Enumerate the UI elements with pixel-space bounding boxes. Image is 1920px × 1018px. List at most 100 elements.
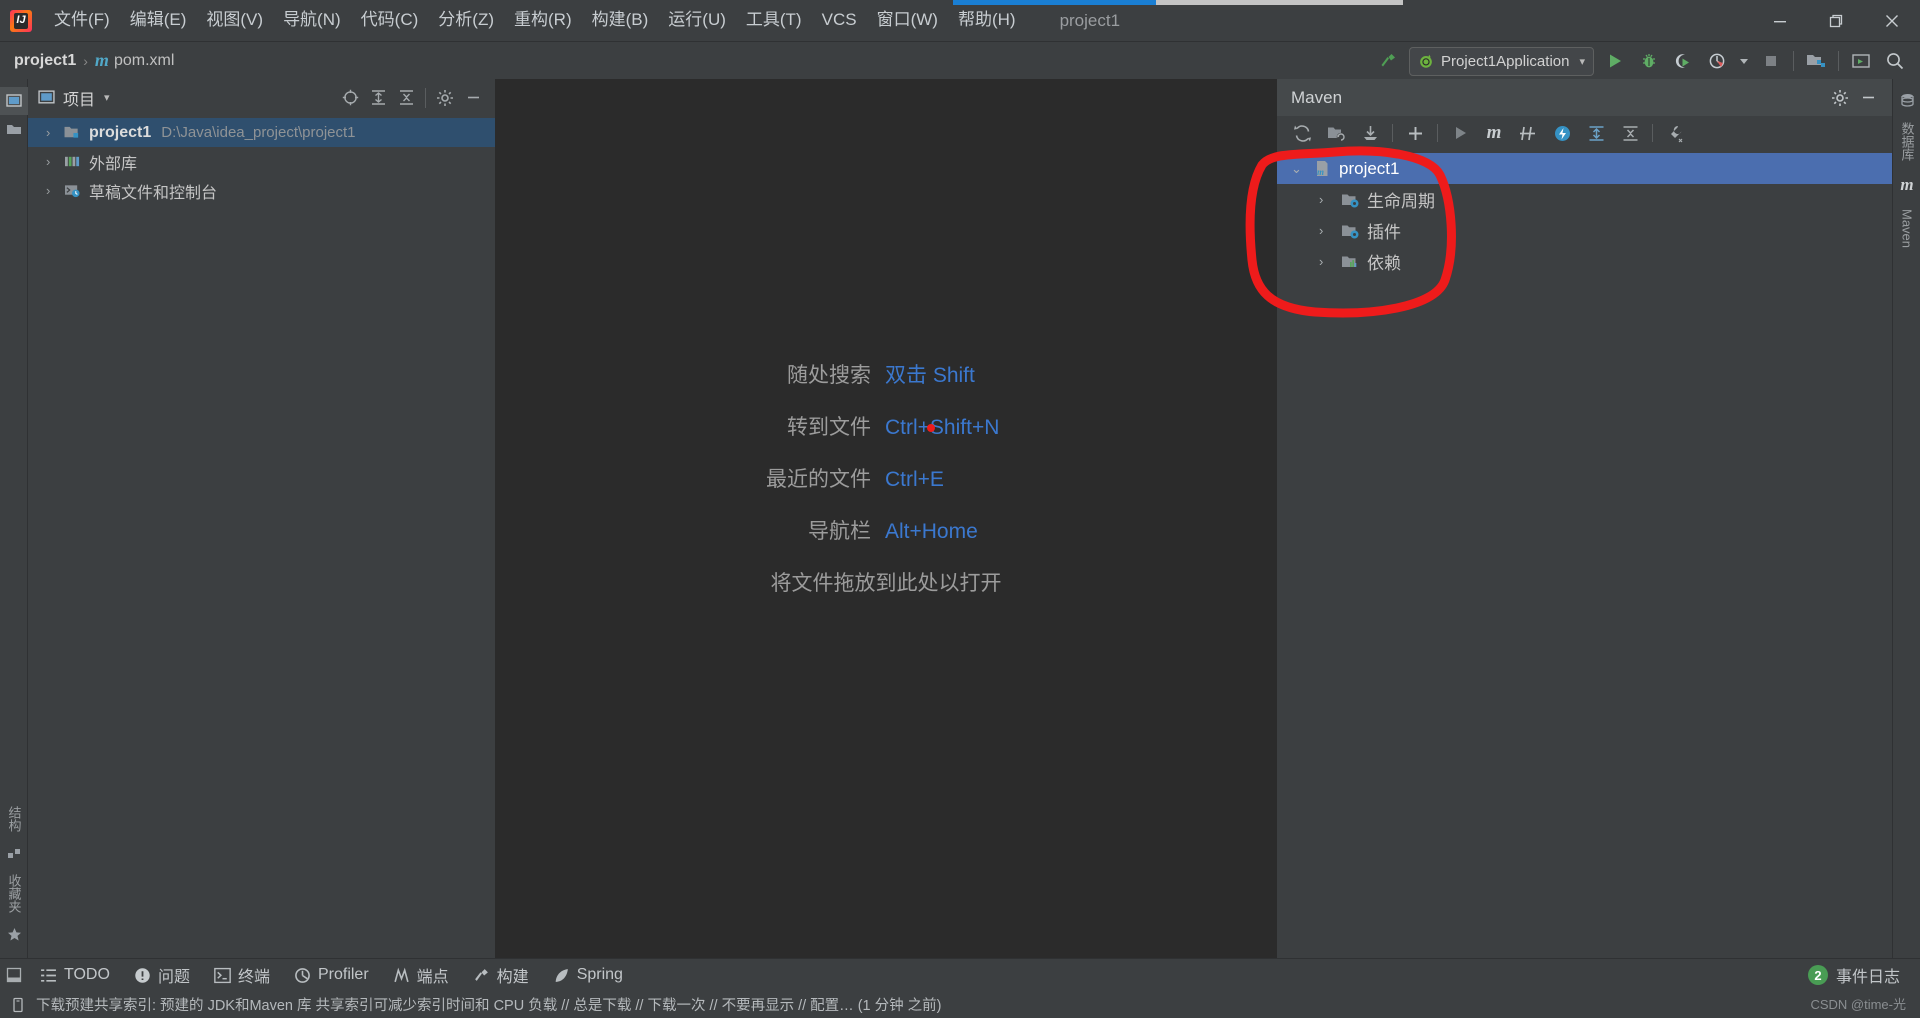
ide-window: IJ 文件(F) 编辑(E) 视图(V) 导航(N) 代码(C) 分析(Z) 重… <box>0 0 1920 1018</box>
editor-area[interactable]: 随处搜索 双击 Shift 转到文件 Ctrl+Shift+N 最近的文件 Ct… <box>495 79 1277 958</box>
menu-view[interactable]: 视图(V) <box>196 7 273 33</box>
collapse-all-icon[interactable] <box>1613 119 1647 147</box>
tool-problems[interactable]: 问题 <box>122 960 202 990</box>
expand-all-icon[interactable] <box>1579 119 1613 147</box>
add-maven-project-icon[interactable] <box>1319 119 1353 147</box>
hide-icon[interactable] <box>1854 85 1882 111</box>
execute-maven-goal-icon[interactable]: m <box>1477 119 1511 147</box>
menu-build[interactable]: 构建(B) <box>582 7 659 33</box>
stripe-database-label[interactable]: 数据库 <box>1893 114 1920 169</box>
tool-build[interactable]: 构建 <box>461 960 541 990</box>
menu-file[interactable]: 文件(F) <box>44 7 120 33</box>
stripe-favorites-label[interactable]: 收藏夹 <box>0 866 28 921</box>
menu-tools[interactable]: 工具(T) <box>736 7 812 33</box>
status-message[interactable]: 下载预建共享索引: 预建的 JDK和Maven 库 共享索引可减少索引时间和 C… <box>36 994 942 1015</box>
menu-run[interactable]: 运行(U) <box>658 7 736 33</box>
chevron-right-icon[interactable]: › <box>1319 254 1341 269</box>
main-toolbar-actions: Project1Application ▾ <box>1371 42 1920 80</box>
offline-mode-icon[interactable] <box>1545 119 1579 147</box>
settings-gear-icon[interactable] <box>431 85 459 111</box>
menu-edit[interactable]: 编辑(E) <box>120 7 197 33</box>
run-with-coverage-icon[interactable] <box>1666 46 1700 76</box>
maven-panel-header: Maven <box>1277 79 1892 116</box>
menu-analyze[interactable]: 分析(Z) <box>428 7 504 33</box>
hint-drop-files-label: 将文件拖放到此处以打开 <box>770 572 1002 595</box>
tool-build-label: 构建 <box>496 969 529 986</box>
collapse-all-icon[interactable] <box>392 85 420 111</box>
notification-icon[interactable] <box>10 997 26 1013</box>
endpoints-icon <box>394 967 409 982</box>
tool-profiler[interactable]: Profiler <box>282 963 381 987</box>
hint-go-to-file-label: 转到文件 <box>787 416 871 439</box>
maven-m-stripe-icon[interactable]: m <box>1893 169 1920 201</box>
menu-refactor[interactable]: 重构(R) <box>504 7 582 33</box>
scratches-icon <box>65 185 80 198</box>
maven-node-dependencies[interactable]: › 依赖 <box>1277 246 1892 277</box>
chevron-right-icon[interactable]: › <box>1319 192 1341 207</box>
maven-node-project1[interactable]: ⌄ m project1 <box>1277 153 1892 184</box>
terminal-icon[interactable] <box>1844 46 1878 76</box>
profiler-dropdown-icon[interactable] <box>1734 46 1754 76</box>
tool-spring[interactable]: Spring <box>541 963 635 987</box>
structure-icon[interactable] <box>0 840 28 866</box>
menu-code[interactable]: 代码(C) <box>351 7 429 33</box>
debug-icon[interactable] <box>1632 46 1666 76</box>
minimize-button[interactable] <box>1752 0 1808 41</box>
expand-all-icon[interactable] <box>364 85 392 111</box>
menu-navigate[interactable]: 导航(N) <box>273 7 351 33</box>
maven-settings-wrench-icon[interactable] <box>1658 119 1692 147</box>
build-hammer-icon[interactable] <box>1371 46 1405 76</box>
chevron-right-icon[interactable]: › <box>1319 223 1341 238</box>
project-panel-header-icons <box>336 85 491 111</box>
stop-icon[interactable] <box>1754 46 1788 76</box>
tree-node-scratches[interactable]: › 草稿文件和控制台 <box>28 176 495 205</box>
run-icon[interactable] <box>1598 46 1632 76</box>
stripe-project[interactable] <box>0 87 28 115</box>
breadcrumb-file[interactable]: pom.xml <box>114 52 174 70</box>
reload-all-projects-icon[interactable] <box>1285 119 1319 147</box>
hide-icon[interactable] <box>459 85 487 111</box>
stripe-maven-label[interactable]: Maven <box>1893 201 1920 256</box>
chevron-down-icon[interactable]: ⌄ <box>1291 161 1313 177</box>
menu-window[interactable]: 窗口(W) <box>867 7 948 33</box>
stripe-structure-label[interactable]: 结构 <box>0 798 28 840</box>
chevron-down-icon[interactable]: ▾ <box>104 91 110 104</box>
settings-gear-icon[interactable] <box>1826 85 1854 111</box>
dependencies-folder-icon <box>1342 256 1357 267</box>
tool-endpoints[interactable]: 端点 <box>381 960 461 990</box>
tool-todo[interactable]: TODO <box>28 963 122 987</box>
close-button[interactable] <box>1864 0 1920 41</box>
menu-help[interactable]: 帮助(H) <box>948 7 1026 33</box>
tool-terminal[interactable]: 终端 <box>202 960 282 990</box>
chevron-right-icon[interactable]: › <box>46 183 64 198</box>
stripe-commit[interactable] <box>0 115 28 143</box>
maven-toolbar-divider <box>1392 124 1393 142</box>
run-configuration-label: Project1Application <box>1441 52 1570 70</box>
profiler-icon[interactable] <box>1700 46 1734 76</box>
menu-vcs[interactable]: VCS <box>812 7 867 33</box>
chevron-right-icon[interactable]: › <box>46 125 64 140</box>
search-everywhere-icon[interactable] <box>1878 46 1912 76</box>
maximize-button[interactable] <box>1808 0 1864 41</box>
hint-go-to-file-shortcut: Ctrl+Shift+N <box>885 416 1000 439</box>
select-opened-file-icon[interactable] <box>336 85 364 111</box>
toggle-skip-tests-icon[interactable] <box>1511 119 1545 147</box>
maven-node-plugins[interactable]: › 插件 <box>1277 215 1892 246</box>
star-icon[interactable] <box>0 921 28 948</box>
panel-divider <box>425 87 426 108</box>
run-maven-build-icon[interactable] <box>1443 119 1477 147</box>
tree-node-project1[interactable]: › project1 D:\Java\idea_project\project1 <box>28 118 495 147</box>
download-sources-icon[interactable] <box>1353 119 1387 147</box>
hint-recent-files: 最近的文件 Ctrl+E <box>495 463 1277 493</box>
tree-node-external-libraries[interactable]: › 外部库 <box>28 147 495 176</box>
maven-node-lifecycle[interactable]: › 生命周期 <box>1277 184 1892 215</box>
database-icon[interactable] <box>1893 87 1920 114</box>
tool-terminal-label: 终端 <box>237 969 270 986</box>
tool-event-log[interactable]: 事件日志 <box>1836 963 1900 987</box>
breadcrumb-project[interactable]: project1 <box>14 52 76 70</box>
hide-all-windows-icon[interactable] <box>0 967 28 983</box>
add-icon[interactable] <box>1398 119 1432 147</box>
project-structure-icon[interactable] <box>1799 46 1833 76</box>
chevron-right-icon[interactable]: › <box>46 154 64 169</box>
run-configuration-selector[interactable]: Project1Application ▾ <box>1409 46 1594 76</box>
